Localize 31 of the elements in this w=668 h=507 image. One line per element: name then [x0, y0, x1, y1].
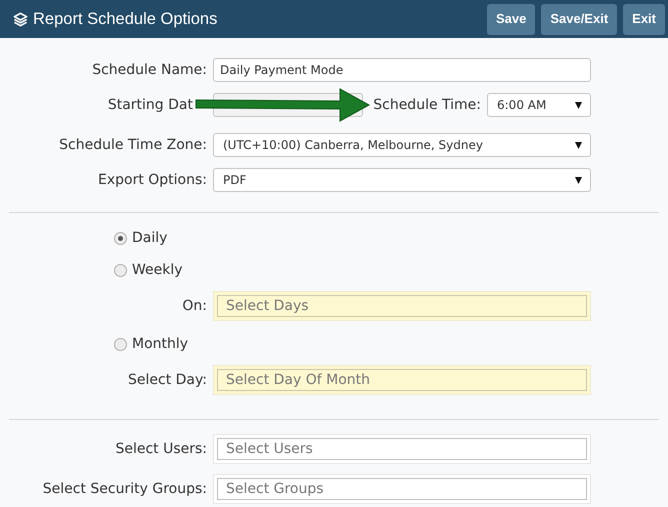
field-label: Select Security Groups:	[42, 480, 207, 498]
header-button[interactable]: Exit	[623, 4, 665, 34]
radio-button[interactable]	[114, 264, 127, 276]
select-field[interactable]: Select Days	[213, 291, 591, 321]
dropdown[interactable]: PDF	[213, 168, 591, 192]
dropdown[interactable]: 6:00 AM	[487, 93, 591, 117]
header-button[interactable]: Save	[486, 4, 536, 34]
dropdown[interactable]: (UTC+10:00) Canberra, Melbourne, Sydney	[213, 133, 591, 157]
field-label: Starting Dat	[108, 96, 193, 114]
radio-label: Daily	[132, 228, 168, 248]
radio-label: Weekly	[132, 260, 183, 280]
field-label: Select Day:	[128, 370, 207, 390]
radio-button[interactable]	[114, 232, 127, 244]
field-label: On:	[182, 296, 207, 316]
field-label: Schedule Time:	[373, 96, 481, 114]
window-title: Report Schedule Options	[33, 8, 218, 30]
caret-icon	[575, 142, 582, 148]
field-label: Export Options:	[98, 170, 207, 190]
radio-label: Monthly	[132, 334, 188, 354]
field-label: Select Users:	[115, 440, 207, 458]
field-label: Schedule Name:	[92, 60, 207, 80]
field-label: Schedule Time Zone:	[59, 136, 207, 154]
select-field[interactable]: Select Users	[213, 434, 591, 464]
radio-button[interactable]	[114, 338, 127, 350]
text-field[interactable]: Daily Payment Mode	[213, 58, 591, 82]
select-field[interactable]: Select Groups	[213, 474, 591, 504]
header-button[interactable]: Save/Exit	[541, 4, 618, 34]
caret-icon	[575, 102, 582, 108]
caret-icon	[575, 176, 582, 184]
select-field[interactable]: Select Day Of Month	[213, 365, 591, 395]
layers-icon	[13, 12, 28, 26]
